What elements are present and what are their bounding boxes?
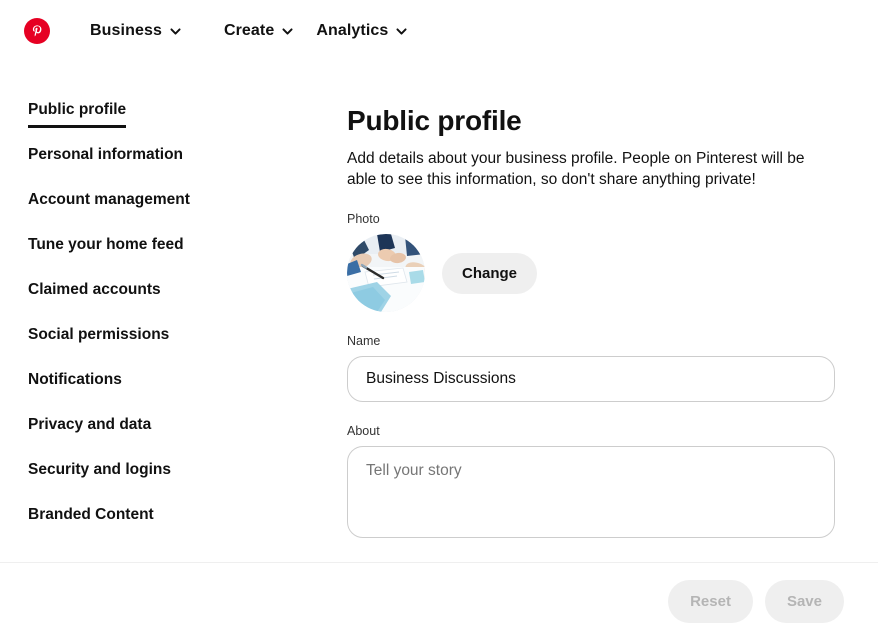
sidebar-item-security-and-logins[interactable]: Security and logins	[0, 460, 320, 505]
chevron-down-icon	[170, 27, 181, 35]
sidebar-item-personal-information[interactable]: Personal information	[0, 145, 320, 190]
name-input[interactable]	[347, 356, 835, 402]
about-label: About	[347, 424, 380, 438]
public-profile-panel: Public profile Add details about your bu…	[347, 104, 847, 543]
page-title: Public profile	[347, 105, 522, 136]
top-navigation-bar: Business Create Analytics	[0, 0, 878, 62]
save-button[interactable]: Save	[764, 579, 844, 623]
sidebar-item-branded-content[interactable]: Branded Content	[0, 505, 320, 550]
sidebar-item-label: Notifications	[28, 371, 122, 388]
sidebar-item-notifications[interactable]: Notifications	[0, 370, 320, 415]
sidebar-item-account-management[interactable]: Account management	[0, 190, 320, 235]
chevron-down-icon	[396, 27, 407, 35]
nav-item-analytics-label: Analytics	[316, 22, 389, 39]
sidebar-item-privacy-and-data[interactable]: Privacy and data	[0, 415, 320, 460]
sidebar-item-tune-your-home-feed[interactable]: Tune your home feed	[0, 235, 320, 280]
photo-label: Photo	[347, 212, 380, 226]
photo-field: Photo Change	[347, 212, 847, 312]
nav-item-create[interactable]: Create	[222, 18, 296, 44]
sidebar-item-label: Privacy and data	[28, 416, 152, 433]
photo-row: Change	[347, 234, 847, 312]
sidebar-item-label: Personal information	[28, 146, 184, 163]
page-description: Add details about your business profile.…	[347, 150, 805, 188]
avatar[interactable]	[347, 234, 425, 312]
sidebar-item-label: Tune your home feed	[28, 236, 184, 253]
sidebar-item-label: Public profile	[28, 100, 127, 128]
nav-item-business[interactable]: Business	[88, 18, 184, 44]
sidebar-item-label: Social permissions	[28, 326, 170, 343]
name-label: Name	[347, 334, 381, 348]
sidebar-item-social-permissions[interactable]: Social permissions	[0, 325, 320, 370]
nav-item-business-label: Business	[90, 22, 162, 39]
nav-item-analytics[interactable]: Analytics	[314, 18, 410, 44]
name-field: Name	[347, 334, 847, 402]
reset-button[interactable]: Reset	[668, 579, 753, 623]
footer-actions: Reset Save	[0, 563, 878, 639]
sidebar-item-label: Claimed accounts	[28, 281, 161, 298]
sidebar-item-label: Branded Content	[28, 506, 154, 523]
about-field: About	[347, 424, 847, 543]
sidebar-item-public-profile[interactable]: Public profile	[0, 100, 320, 145]
chevron-down-icon	[282, 27, 293, 35]
sidebar-item-label: Account management	[28, 191, 190, 208]
about-textarea[interactable]	[347, 446, 835, 538]
profile-photo-business-meeting-icon	[347, 234, 425, 312]
change-photo-button[interactable]: Change	[442, 252, 538, 294]
sidebar-item-claimed-accounts[interactable]: Claimed accounts	[0, 280, 320, 325]
settings-sidebar: Public profile Personal information Acco…	[0, 100, 320, 550]
nav-item-create-label: Create	[223, 22, 275, 39]
sidebar-item-label: Security and logins	[28, 461, 171, 478]
pinterest-logo-icon[interactable]	[24, 18, 50, 44]
